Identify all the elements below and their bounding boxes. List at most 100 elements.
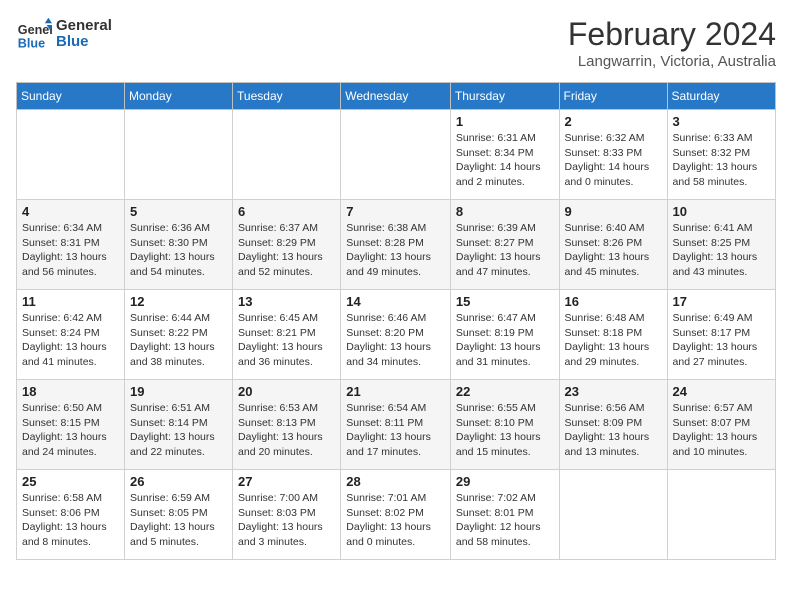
calendar-cell: 8 Sunrise: 6:39 AM Sunset: 8:27 PM Daylig… — [450, 200, 559, 290]
calendar-cell: 6 Sunrise: 6:37 AM Sunset: 8:29 PM Daylig… — [233, 200, 341, 290]
day-info: Sunrise: 6:46 AM Sunset: 8:20 PM Dayligh… — [346, 311, 445, 370]
day-number: 12 — [130, 294, 227, 309]
calendar-cell: 23 Sunrise: 6:56 AM Sunset: 8:09 PM Dayli… — [559, 380, 667, 470]
day-number: 17 — [673, 294, 770, 309]
calendar-cell: 21 Sunrise: 6:54 AM Sunset: 8:11 PM Dayli… — [341, 380, 451, 470]
calendar-cell: 27 Sunrise: 7:00 AM Sunset: 8:03 PM Dayli… — [233, 470, 341, 560]
day-info: Sunrise: 6:53 AM Sunset: 8:13 PM Dayligh… — [238, 401, 335, 460]
calendar-cell: 22 Sunrise: 6:55 AM Sunset: 8:10 PM Dayli… — [450, 380, 559, 470]
day-info: Sunrise: 6:51 AM Sunset: 8:14 PM Dayligh… — [130, 401, 227, 460]
calendar-week-row: 11Sunrise: 6:42 AM Sunset: 8:24 PM Dayli… — [17, 290, 776, 380]
day-number: 29 — [456, 474, 554, 489]
day-info: Sunrise: 6:36 AM Sunset: 8:30 PM Dayligh… — [130, 221, 227, 280]
calendar-week-row: 25 Sunrise: 6:58 AM Sunset: 8:06 PM Dayli… — [17, 470, 776, 560]
calendar-cell: 15 Sunrise: 6:47 AM Sunset: 8:19 PM Dayli… — [450, 290, 559, 380]
day-info: Sunrise: 6:50 AM Sunset: 8:15 PM Dayligh… — [22, 401, 119, 460]
title-block: February 2024 Langwarrin, Victoria, Aust… — [568, 16, 776, 70]
calendar-cell — [17, 110, 125, 200]
day-number: 9 — [565, 204, 662, 219]
day-info: Sunrise: 6:41 AM Sunset: 8:25 PM Dayligh… — [673, 221, 770, 280]
day-info: Sunrise: 7:01 AM Sunset: 8:02 PM Dayligh… — [346, 491, 445, 550]
calendar-cell: 14 Sunrise: 6:46 AM Sunset: 8:20 PM Dayli… — [341, 290, 451, 380]
day-number: 23 — [565, 384, 662, 399]
day-info: Sunrise: 6:57 AM Sunset: 8:07 PM Dayligh… — [673, 401, 770, 460]
day-number: 4 — [22, 204, 119, 219]
header-saturday: Saturday — [667, 83, 775, 110]
calendar-cell: 4 Sunrise: 6:34 AM Sunset: 8:31 PM Daylig… — [17, 200, 125, 290]
calendar-cell — [233, 110, 341, 200]
calendar-cell: 17 Sunrise: 6:49 AM Sunset: 8:17 PM Dayli… — [667, 290, 775, 380]
day-number: 24 — [673, 384, 770, 399]
page-header: General Blue General Blue February 2024 … — [16, 16, 776, 70]
day-number: 8 — [456, 204, 554, 219]
calendar-cell: 9 Sunrise: 6:40 AM Sunset: 8:26 PM Daylig… — [559, 200, 667, 290]
logo-icon: General Blue — [16, 16, 52, 52]
day-info: Sunrise: 7:00 AM Sunset: 8:03 PM Dayligh… — [238, 491, 335, 550]
logo-general: General — [56, 18, 112, 35]
day-number: 13 — [238, 294, 335, 309]
calendar-cell: 18 Sunrise: 6:50 AM Sunset: 8:15 PM Dayli… — [17, 380, 125, 470]
calendar-header-row: SundayMondayTuesdayWednesdayThursdayFrid… — [17, 83, 776, 110]
header-sunday: Sunday — [17, 83, 125, 110]
day-info: Sunrise: 6:34 AM Sunset: 8:31 PM Dayligh… — [22, 221, 119, 280]
day-number: 18 — [22, 384, 119, 399]
header-monday: Monday — [125, 83, 233, 110]
calendar-cell — [667, 470, 775, 560]
calendar-week-row: 4 Sunrise: 6:34 AM Sunset: 8:31 PM Daylig… — [17, 200, 776, 290]
header-wednesday: Wednesday — [341, 83, 451, 110]
day-number: 16 — [565, 294, 662, 309]
day-info: Sunrise: 6:31 AM Sunset: 8:34 PM Dayligh… — [456, 131, 554, 190]
calendar-cell: 3 Sunrise: 6:33 AM Sunset: 8:32 PM Daylig… — [667, 110, 775, 200]
day-number: 7 — [346, 204, 445, 219]
calendar-cell: 13Sunrise: 6:45 AM Sunset: 8:21 PM Dayli… — [233, 290, 341, 380]
day-number: 15 — [456, 294, 554, 309]
header-tuesday: Tuesday — [233, 83, 341, 110]
calendar-table: SundayMondayTuesdayWednesdayThursdayFrid… — [16, 82, 776, 560]
day-number: 25 — [22, 474, 119, 489]
day-info: Sunrise: 6:47 AM Sunset: 8:19 PM Dayligh… — [456, 311, 554, 370]
header-thursday: Thursday — [450, 83, 559, 110]
day-number: 27 — [238, 474, 335, 489]
subtitle: Langwarrin, Victoria, Australia — [568, 53, 776, 70]
day-info: Sunrise: 6:56 AM Sunset: 8:09 PM Dayligh… — [565, 401, 662, 460]
header-friday: Friday — [559, 83, 667, 110]
day-number: 21 — [346, 384, 445, 399]
day-number: 14 — [346, 294, 445, 309]
day-number: 11 — [22, 294, 119, 309]
day-info: Sunrise: 6:55 AM Sunset: 8:10 PM Dayligh… — [456, 401, 554, 460]
svg-text:Blue: Blue — [18, 37, 45, 51]
calendar-cell: 11Sunrise: 6:42 AM Sunset: 8:24 PM Dayli… — [17, 290, 125, 380]
day-number: 22 — [456, 384, 554, 399]
day-info: Sunrise: 6:38 AM Sunset: 8:28 PM Dayligh… — [346, 221, 445, 280]
day-info: Sunrise: 6:33 AM Sunset: 8:32 PM Dayligh… — [673, 131, 770, 190]
day-info: Sunrise: 6:54 AM Sunset: 8:11 PM Dayligh… — [346, 401, 445, 460]
calendar-week-row: 1 Sunrise: 6:31 AM Sunset: 8:34 PM Daylig… — [17, 110, 776, 200]
calendar-cell: 5Sunrise: 6:36 AM Sunset: 8:30 PM Daylig… — [125, 200, 233, 290]
day-info: Sunrise: 6:58 AM Sunset: 8:06 PM Dayligh… — [22, 491, 119, 550]
calendar-cell: 10Sunrise: 6:41 AM Sunset: 8:25 PM Dayli… — [667, 200, 775, 290]
day-info: Sunrise: 6:39 AM Sunset: 8:27 PM Dayligh… — [456, 221, 554, 280]
day-number: 20 — [238, 384, 335, 399]
day-number: 2 — [565, 114, 662, 129]
calendar-cell: 20 Sunrise: 6:53 AM Sunset: 8:13 PM Dayli… — [233, 380, 341, 470]
day-number: 6 — [238, 204, 335, 219]
day-number: 28 — [346, 474, 445, 489]
calendar-cell — [559, 470, 667, 560]
calendar-cell: 12 Sunrise: 6:44 AM Sunset: 8:22 PM Dayli… — [125, 290, 233, 380]
day-info: Sunrise: 6:32 AM Sunset: 8:33 PM Dayligh… — [565, 131, 662, 190]
day-info: Sunrise: 6:37 AM Sunset: 8:29 PM Dayligh… — [238, 221, 335, 280]
calendar-cell — [341, 110, 451, 200]
calendar-cell: 2 Sunrise: 6:32 AM Sunset: 8:33 PM Daylig… — [559, 110, 667, 200]
day-info: Sunrise: 6:40 AM Sunset: 8:26 PM Dayligh… — [565, 221, 662, 280]
day-info: Sunrise: 7:02 AM Sunset: 8:01 PM Dayligh… — [456, 491, 554, 550]
day-number: 3 — [673, 114, 770, 129]
day-info: Sunrise: 6:44 AM Sunset: 8:22 PM Dayligh… — [130, 311, 227, 370]
day-info: Sunrise: 6:49 AM Sunset: 8:17 PM Dayligh… — [673, 311, 770, 370]
day-number: 1 — [456, 114, 554, 129]
calendar-week-row: 18 Sunrise: 6:50 AM Sunset: 8:15 PM Dayli… — [17, 380, 776, 470]
calendar-cell: 16Sunrise: 6:48 AM Sunset: 8:18 PM Dayli… — [559, 290, 667, 380]
calendar-cell: 19Sunrise: 6:51 AM Sunset: 8:14 PM Dayli… — [125, 380, 233, 470]
logo-blue: Blue — [56, 34, 112, 51]
calendar-cell: 28 Sunrise: 7:01 AM Sunset: 8:02 PM Dayli… — [341, 470, 451, 560]
calendar-cell: 7 Sunrise: 6:38 AM Sunset: 8:28 PM Daylig… — [341, 200, 451, 290]
